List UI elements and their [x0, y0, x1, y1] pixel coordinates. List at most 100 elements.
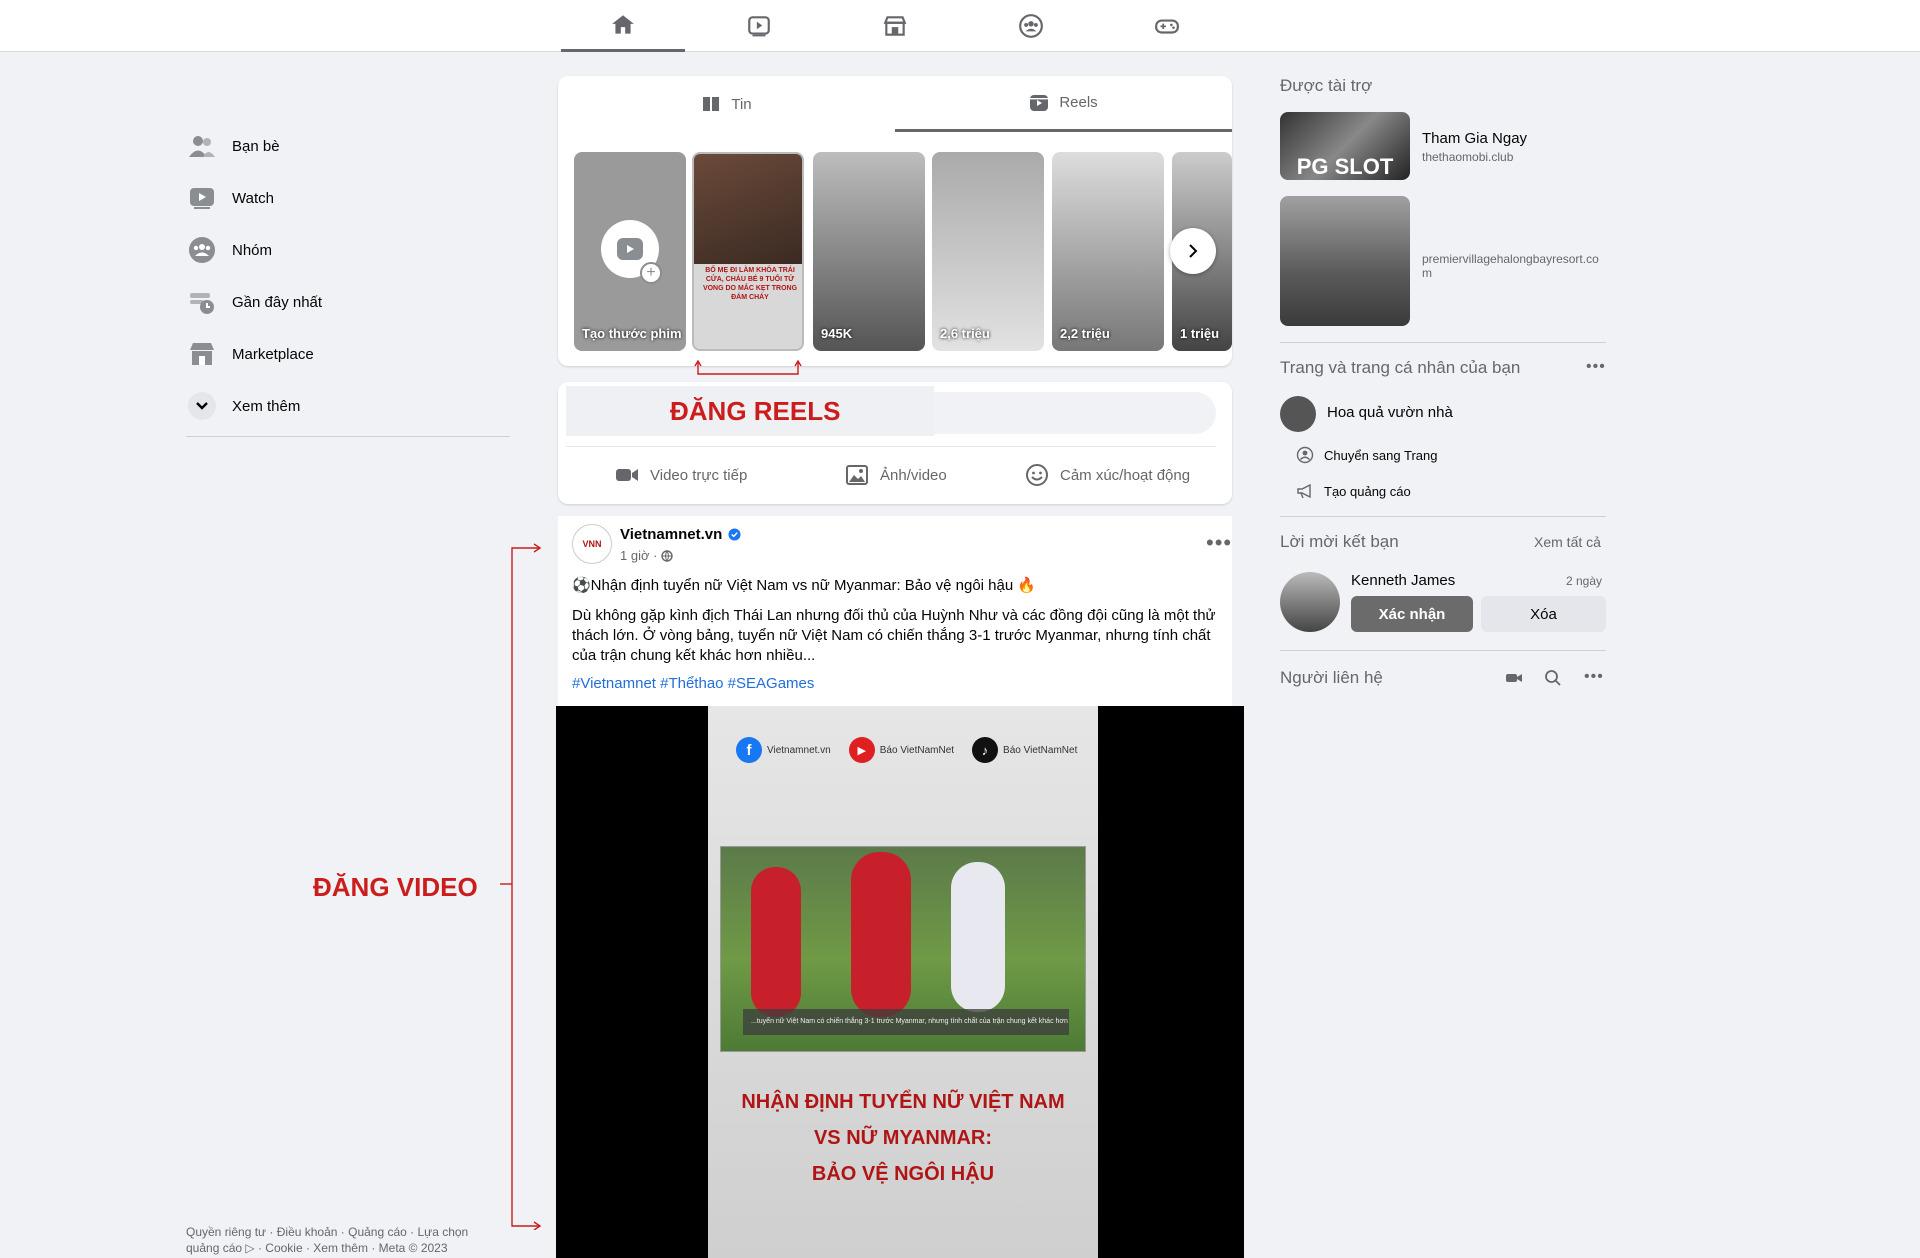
ad-thumbnail[interactable]: PG SLOT: [1280, 112, 1410, 180]
post-author-name[interactable]: Vietnamnet.vn: [620, 526, 722, 543]
sidebar-item-label: Watch: [232, 189, 274, 207]
sidebar-item-friends[interactable]: Bạn bè: [186, 122, 516, 170]
sidebar-item-label: Marketplace: [232, 345, 314, 363]
player-red: [851, 852, 911, 1017]
page-name[interactable]: Hoa quả vườn nhà: [1327, 404, 1453, 421]
ad-title[interactable]: Tham Gia Ngay: [1422, 130, 1527, 147]
recent-icon: [186, 286, 218, 318]
post-body: Dù không gặp kình địch Thái Lan nhưng đố…: [572, 607, 1216, 664]
youtube-icon: ▶: [848, 737, 875, 763]
post-headline: ⚽Nhận định tuyển nữ Việt Nam vs nữ Myanm…: [572, 577, 1037, 594]
see-all-link[interactable]: Xem tất cả: [1534, 534, 1601, 550]
right-divider: [1280, 650, 1606, 651]
reel-item[interactable]: 2,2 triệu: [1052, 152, 1164, 351]
contacts-options-icon[interactable]: •••: [1584, 669, 1604, 685]
watch-icon: [186, 182, 218, 214]
player-white: [951, 862, 1005, 1012]
photo-video-button[interactable]: Ảnh/video: [844, 460, 947, 490]
request-time: 2 ngày: [1566, 574, 1603, 588]
search-icon[interactable]: [1544, 669, 1562, 687]
sidebar-item-groups[interactable]: Nhóm: [186, 226, 516, 274]
reels-icon: [1030, 94, 1049, 111]
sidebar-item-label: Gần đây nhất: [232, 293, 323, 311]
nav-tab-marketplace[interactable]: [833, 0, 957, 52]
sidebar-item-recent[interactable]: Gần đây nhất: [186, 278, 516, 326]
video-football-image: ...tuyển nữ Việt Nam có chiến thắng 3-1 …: [720, 846, 1086, 1052]
stories-tabs: Tin Reels: [558, 76, 1232, 132]
requester-avatar[interactable]: [1280, 572, 1340, 632]
facebook-handle: f Vietnamnet.vn: [736, 737, 831, 763]
sponsored-heading: Được tài trợ: [1280, 76, 1373, 95]
marketplace-icon: [883, 16, 907, 36]
sidebar-item-watch[interactable]: Watch: [186, 174, 516, 222]
reel-view-count: 945K: [821, 326, 853, 341]
ad-thumbnail[interactable]: [1280, 196, 1410, 326]
groups-icon: [1019, 14, 1043, 38]
video-title: NHẬN ĐỊNH TUYỂN NỮ VIỆT NAM VS NỮ MYANMA…: [741, 1091, 1065, 1185]
tiktok-handle: ♪ Báo VietNamNet: [972, 737, 1077, 763]
requester-name[interactable]: Kenneth James: [1351, 572, 1455, 589]
create-reel-card[interactable]: + Tạo thước phim: [574, 152, 686, 351]
post-author-avatar[interactable]: VNN: [572, 524, 612, 564]
video-caption: ...tuyển nữ Việt Nam có chiến thắng 3-1 …: [743, 1009, 1069, 1035]
pages-options-icon[interactable]: •••: [1586, 359, 1606, 375]
photo-icon: [846, 465, 868, 485]
post-hashtags[interactable]: #Vietnamnet #Thểthao #SEAGames: [572, 674, 1222, 694]
reel-view-count: 2,6 triệu: [940, 326, 990, 341]
nav-tab-home[interactable]: [561, 0, 685, 52]
pages-heading: Trang và trang cá nhân của bạn: [1280, 358, 1521, 377]
nav-tab-watch[interactable]: [697, 0, 821, 52]
composer-divider: [566, 446, 1216, 447]
top-navbar: [0, 0, 1920, 52]
reels-next-button[interactable]: [1170, 228, 1216, 274]
emoji-icon: [1026, 464, 1048, 486]
sidebar-divider: [186, 436, 510, 437]
sidebar-item-marketplace[interactable]: Marketplace: [186, 330, 516, 378]
sidebar-item-see-more[interactable]: Xem thêm: [186, 382, 516, 430]
live-video-button[interactable]: Video trực tiếp: [614, 460, 747, 490]
ad-domain[interactable]: premiervillagehalongbayresort.com: [1422, 252, 1606, 280]
reel-view-count: 2,2 triệu: [1060, 326, 1110, 341]
friends-icon: [186, 130, 218, 162]
sidebar-item-label: Xem thêm: [232, 397, 301, 415]
reels-annotation: ĐĂNG REELS: [670, 396, 841, 426]
home-icon: [612, 14, 634, 34]
plus-icon: +: [640, 262, 662, 284]
tiktok-icon: ♪: [972, 737, 999, 763]
marketplace-icon: [186, 338, 218, 370]
confirm-request-button[interactable]: Xác nhận: [1351, 596, 1473, 632]
delete-request-button[interactable]: Xóa: [1481, 596, 1606, 632]
post-options-icon[interactable]: •••: [1206, 532, 1232, 554]
watch-icon: [748, 16, 770, 37]
footer-links[interactable]: Quyền riêng tư · Điều khoản · Quảng cáo …: [186, 1224, 486, 1256]
chevron-right-icon: [1189, 244, 1198, 258]
contacts-heading: Người liên hệ: [1280, 668, 1383, 687]
book-icon: [703, 97, 720, 111]
reel-item[interactable]: 2,6 triệu: [932, 152, 1044, 351]
tab-reels[interactable]: Reels: [895, 76, 1232, 132]
ad-domain[interactable]: thethaomobi.club: [1422, 150, 1513, 164]
megaphone-icon: [1297, 483, 1311, 499]
right-divider: [1280, 342, 1606, 343]
video-annotation-bracket: [500, 543, 542, 1230]
create-ad-button[interactable]: Tạo quảng cáo: [1296, 482, 1411, 500]
reels-icon: [617, 238, 643, 260]
live-video-icon: [616, 469, 638, 481]
reel-item[interactable]: 945K: [813, 152, 925, 351]
friend-requests-heading: Lời mời kết bạn: [1280, 532, 1399, 551]
tab-stories[interactable]: Tin: [558, 76, 895, 132]
reel-view-count: 1 triệu: [1180, 326, 1220, 341]
video-social-bar: f Vietnamnet.vn ▶ Báo VietNamNet ♪ Báo V…: [736, 737, 1077, 763]
reel-item[interactable]: BỐ MẸ ĐI LÀM KHÓA TRÁI CỬA, CHÁU BÉ 9 TU…: [692, 152, 804, 351]
video-annotation: ĐĂNG VIDEO: [313, 872, 478, 902]
page-avatar[interactable]: [1280, 396, 1316, 432]
nav-tab-groups[interactable]: [969, 0, 1093, 52]
nav-tab-gaming[interactable]: [1105, 0, 1229, 52]
switch-page-button[interactable]: Chuyển sang Trang: [1296, 446, 1437, 464]
post-timestamp[interactable]: 1 giờ ·: [620, 548, 657, 563]
feeling-activity-button[interactable]: Cảm xúc/hoạt động: [1024, 460, 1190, 490]
post-meta: 1 giờ ·: [620, 548, 674, 563]
video-call-icon[interactable]: [1505, 669, 1523, 687]
reels-annotation-bracket: [694, 359, 802, 375]
sidebar-item-label: Nhóm: [232, 241, 273, 259]
